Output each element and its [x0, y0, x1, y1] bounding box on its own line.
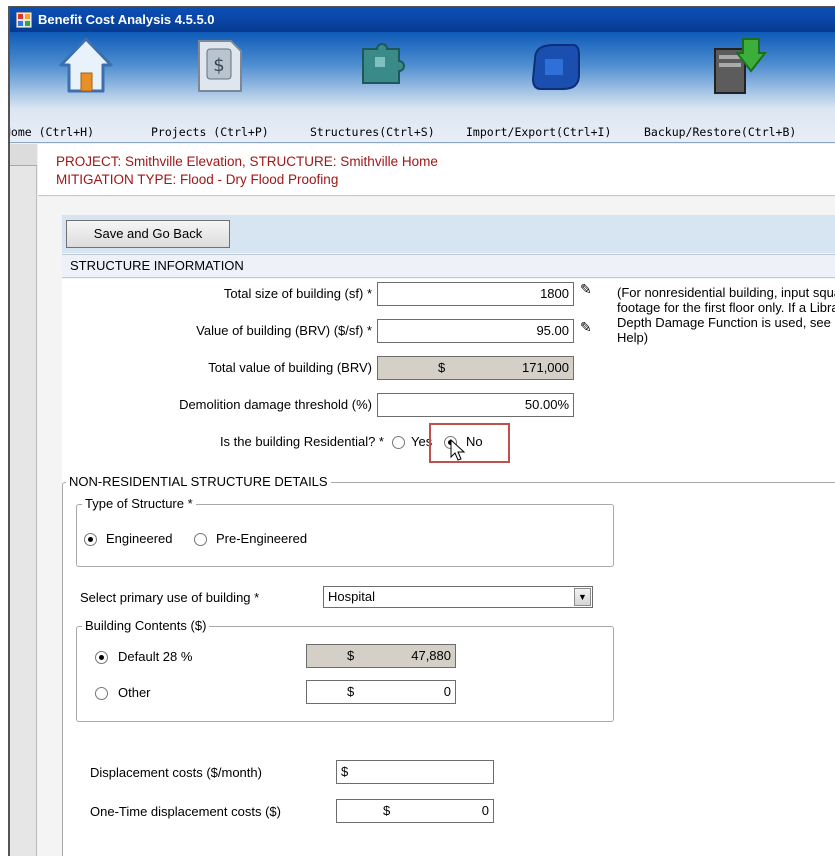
nonresidential-title: NON-RESIDENTIAL STRUCTURE DETAILS — [66, 474, 331, 489]
displacement-currency: $ — [341, 764, 349, 779]
onetime-field[interactable]: $ 0 — [336, 799, 494, 823]
contents-other-field[interactable]: $ 0 — [306, 680, 456, 704]
total-size-field[interactable]: 1800 — [377, 282, 574, 306]
residential-label: Is the building Residential? * — [219, 434, 384, 449]
section-title: STRUCTURE INFORMATION — [62, 254, 835, 278]
toolbar-projects-label[interactable]: Projects (Ctrl+P) — [151, 125, 269, 139]
left-navigation-strip — [10, 144, 37, 856]
action-bar: Save and Go Back — [62, 215, 835, 253]
home-icon[interactable] — [57, 35, 115, 95]
contents-default-field: $ 47,880 — [306, 644, 456, 668]
contents-other-value: 0 — [443, 684, 451, 699]
app-window: Benefit Cost Analysis 4.5.5.0 $ Home (Ct… — [8, 6, 835, 856]
building-value-field[interactable]: 95.00 — [377, 319, 574, 343]
svg-text:$: $ — [213, 55, 224, 76]
total-value-currency: $ — [438, 360, 446, 375]
title-bar: Benefit Cost Analysis 4.5.5.0 — [10, 7, 835, 32]
contents-other-label[interactable]: Other — [118, 685, 151, 700]
engineered-label[interactable]: Engineered — [106, 531, 173, 546]
import-export-icon[interactable] — [525, 35, 587, 97]
toolbar-import-export-label[interactable]: Import/Export(Ctrl+I) — [466, 125, 611, 139]
onetime-label: One-Time displacement costs ($) — [90, 804, 281, 819]
contents-default-value: 47,880 — [411, 648, 451, 663]
demolition-label: Demolition damage threshold (%) — [179, 397, 372, 412]
demolition-value: 50.00% — [524, 397, 569, 412]
app-icon — [16, 12, 32, 28]
projects-icon[interactable]: $ — [193, 35, 245, 95]
primary-use-label: Select primary use of building * — [80, 590, 260, 605]
structures-icon[interactable] — [353, 35, 411, 95]
primary-use-select[interactable]: Hospital ▼ — [323, 586, 593, 608]
total-size-label: Total size of building (sf) * — [223, 286, 372, 301]
total-value-label: Total value of building (BRV) — [208, 360, 372, 375]
toolbar-home-label[interactable]: Home (Ctrl+H) — [10, 125, 94, 139]
total-size-value: 1800 — [540, 286, 569, 301]
building-value-label: Value of building (BRV) ($/sf) * — [196, 323, 372, 338]
building-contents-group — [76, 626, 614, 722]
project-line: PROJECT: Smithville Elevation, STRUCTURE… — [56, 154, 438, 169]
chevron-down-icon[interactable]: ▼ — [574, 588, 591, 606]
building-contents-title: Building Contents ($) — [82, 618, 210, 633]
type-of-structure-title: Type of Structure * — [82, 496, 196, 511]
main-panel: Save and Go Back STRUCTURE INFORMATION T… — [38, 197, 835, 856]
highlight-box — [429, 423, 510, 463]
pre-engineered-label[interactable]: Pre-Engineered — [216, 531, 307, 546]
contents-default-radio[interactable] — [95, 651, 108, 664]
total-value-value: 171,000 — [522, 360, 569, 375]
mitigation-line: MITIGATION TYPE: Flood - Dry Flood Proof… — [56, 172, 339, 187]
toolbar-structures-label[interactable]: Structures(Ctrl+S) — [310, 125, 435, 139]
toolbar: $ Home (Ctrl+H) Projects (Ctrl+P) Struct… — [10, 32, 835, 143]
contents-other-currency: $ — [347, 684, 355, 699]
residential-yes-radio[interactable] — [392, 436, 405, 449]
left-tab[interactable] — [10, 144, 37, 166]
total-value-field: $ 171,000 — [377, 356, 574, 380]
building-value-value: 95.00 — [536, 323, 569, 338]
backup-restore-icon[interactable] — [707, 35, 767, 97]
toolbar-backup-restore-label[interactable]: Backup/Restore(Ctrl+B) — [644, 125, 796, 139]
primary-use-value: Hospital — [328, 589, 375, 604]
paperclip-icon[interactable]: ✎ — [580, 281, 592, 298]
pre-engineered-radio[interactable] — [194, 533, 207, 546]
contents-default-currency: $ — [347, 648, 355, 663]
engineered-radio[interactable] — [84, 533, 97, 546]
contents-default-label[interactable]: Default 28 % — [118, 649, 192, 664]
paperclip-icon-2[interactable]: ✎ — [580, 319, 592, 336]
displacement-field[interactable]: $ — [336, 760, 494, 784]
project-header: PROJECT: Smithville Elevation, STRUCTURE… — [38, 144, 835, 196]
nonresidential-note: (For nonresidential building, input squa… — [617, 285, 835, 345]
mouse-cursor-icon — [450, 439, 466, 461]
onetime-currency: $ — [383, 803, 391, 818]
demolition-field[interactable]: 50.00% — [377, 393, 574, 417]
save-and-go-back-button[interactable]: Save and Go Back — [66, 220, 230, 248]
contents-other-radio[interactable] — [95, 687, 108, 700]
window-title: Benefit Cost Analysis 4.5.5.0 — [38, 12, 215, 27]
onetime-value: 0 — [481, 803, 489, 818]
structure-form: Total size of building (sf) * 1800 ✎ Val… — [62, 279, 835, 856]
displacement-label: Displacement costs ($/month) — [90, 765, 262, 780]
